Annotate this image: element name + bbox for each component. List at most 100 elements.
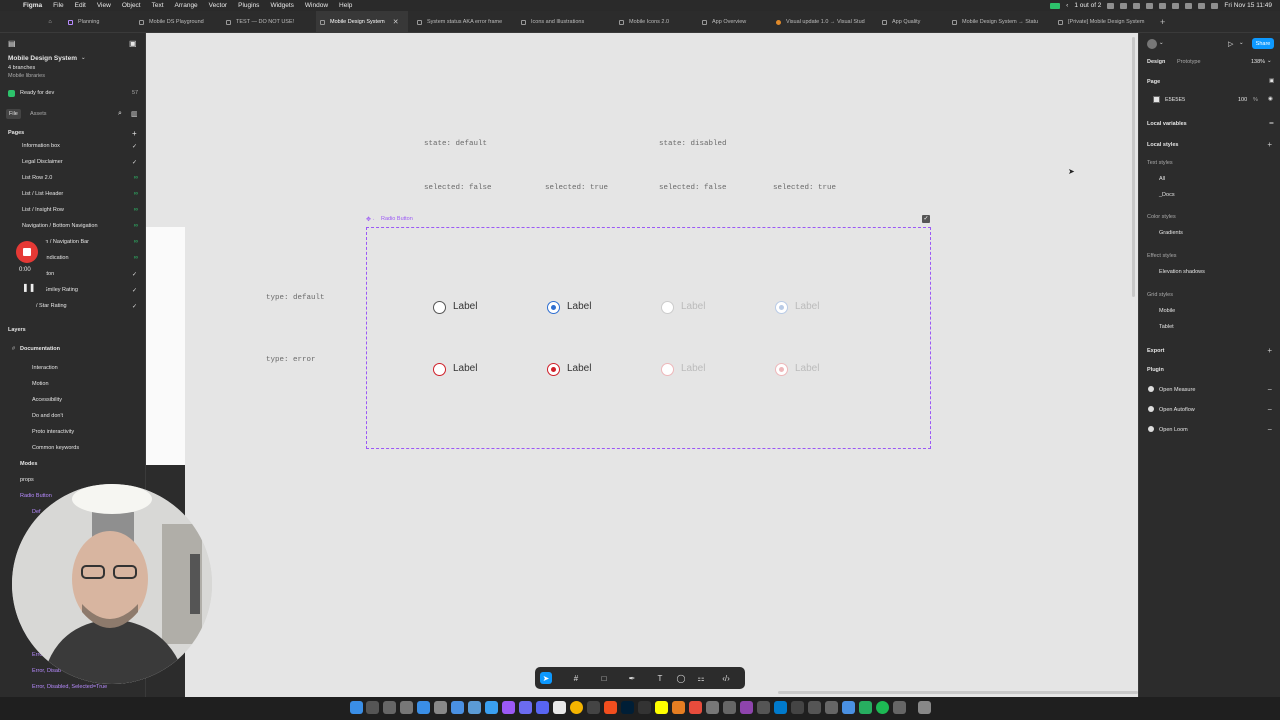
layer-item[interactable]: Do and don't	[32, 413, 63, 419]
color-swatch[interactable]	[1153, 96, 1160, 103]
dock-app-icon[interactable]	[706, 701, 719, 714]
zoom-level[interactable]: 138%	[1251, 59, 1265, 65]
dock-app-icon[interactable]	[502, 701, 515, 714]
local-variables[interactable]: Local variables	[1147, 121, 1187, 127]
dock-app-icon[interactable]	[383, 701, 396, 714]
dock-app-icon[interactable]	[553, 701, 566, 714]
plugin-open-measure[interactable]: Open Measure	[1159, 387, 1195, 393]
add-export-icon[interactable]: +	[1267, 347, 1272, 355]
page-settings-icon[interactable]: ▣	[1269, 78, 1274, 84]
page-opacity-value[interactable]: 100	[1238, 97, 1247, 103]
chevron-down-icon[interactable]: ⌄	[1267, 58, 1272, 64]
dock-app-icon[interactable]	[434, 701, 447, 714]
home-icon[interactable]: ⌂	[44, 11, 56, 32]
style-folder[interactable]: Mobile	[1159, 308, 1175, 314]
present-play-icon[interactable]: ▷	[1228, 40, 1233, 48]
menu-file[interactable]: File	[53, 2, 63, 9]
tab-test[interactable]: TEST — DO NOT USE!	[222, 11, 314, 32]
page-item-selected[interactable]: tton	[45, 271, 54, 277]
main-menu-icon[interactable]: ▤	[8, 39, 16, 48]
menu-text[interactable]: Text	[152, 2, 164, 9]
tab-mobile-icons[interactable]: Mobile Icons 2.0	[615, 11, 695, 32]
tab-mds-status[interactable]: Mobile Design System → Statu	[948, 11, 1048, 32]
menu-arrange[interactable]: Arrange	[175, 2, 198, 9]
tab-icons-illustrations[interactable]: Icons and Illustrations	[517, 11, 613, 32]
page-color-value[interactable]: E5E5E5	[1165, 97, 1185, 103]
menu-widgets[interactable]: Widgets	[270, 2, 293, 9]
layer-radio-button[interactable]: Radio Button	[20, 493, 52, 499]
page-item[interactable]: ion / Navigation Bar	[41, 239, 89, 245]
pen-tool-icon[interactable]: ✒	[626, 672, 638, 684]
tab-app-overview[interactable]: App Overview	[698, 11, 770, 32]
battery-icon[interactable]	[1172, 2, 1180, 9]
eye-icon[interactable]: ◉	[1268, 96, 1273, 102]
dock-app-icon[interactable]	[893, 701, 906, 714]
layer-item[interactable]: Interaction	[32, 365, 58, 371]
shape-tool-icon[interactable]: □	[598, 672, 610, 684]
dock-app-icon[interactable]	[366, 701, 379, 714]
horizontal-scrollbar[interactable]	[778, 691, 1138, 694]
radio-error-unselected[interactable]	[433, 363, 446, 376]
wifi-icon[interactable]	[1185, 2, 1193, 9]
layer-modes[interactable]: Modes	[20, 461, 37, 467]
dev-mode-icon[interactable]: ‹/›	[720, 672, 732, 684]
search-icon[interactable]	[1198, 2, 1206, 9]
search-icon[interactable]: ⌕	[118, 110, 122, 118]
layer-item[interactable]: Common keywords	[32, 445, 79, 451]
spotify-icon[interactable]	[876, 701, 889, 714]
page-item[interactable]: List / Insight Row	[22, 207, 64, 213]
layer-item[interactable]: Motion	[32, 381, 49, 387]
dock-app-icon[interactable]	[485, 701, 498, 714]
actions-tool-icon[interactable]: ⚏	[695, 672, 707, 684]
tab-private-mds[interactable]: [Private] Mobile Design System	[1054, 11, 1154, 32]
radio-error-disabled-selected[interactable]	[775, 363, 788, 376]
plugin-open-autoflow[interactable]: Open Autoflow	[1159, 407, 1195, 413]
tab-file[interactable]: File	[6, 109, 21, 119]
menu-window[interactable]: Window	[305, 2, 328, 9]
dock-app-icon[interactable]	[774, 701, 787, 714]
status-icon[interactable]	[1133, 2, 1141, 9]
avatar[interactable]	[1147, 39, 1157, 49]
remove-plugin-icon[interactable]: −	[1267, 386, 1272, 394]
status-icon[interactable]	[1159, 2, 1167, 9]
style-folder[interactable]: All	[1159, 176, 1165, 182]
tab-visual-update[interactable]: Visual update 1.0 → Visual Stud	[772, 11, 870, 32]
chevron-down-icon[interactable]: ⌄	[1239, 40, 1244, 46]
toggle-ui-icon[interactable]: ▣	[129, 39, 137, 48]
layer-props[interactable]: props	[20, 477, 34, 483]
dock-app-icon[interactable]	[723, 701, 736, 714]
control-center-icon[interactable]	[1211, 2, 1219, 9]
close-icon[interactable]: ✕	[393, 18, 399, 26]
layer-variant[interactable]: Error, Disabled, Selected=True	[32, 684, 107, 690]
frame-tool-icon[interactable]: #	[570, 672, 582, 684]
menu-app-name[interactable]: Figma	[23, 2, 42, 9]
page-item[interactable]: Indication	[45, 255, 69, 261]
layer-item[interactable]: Proto interactivity	[32, 429, 74, 435]
dock-app-icon[interactable]	[808, 701, 821, 714]
library-icon[interactable]: ▥	[131, 110, 138, 118]
dock-app-icon[interactable]	[672, 701, 685, 714]
pause-icon[interactable]: ❚❚	[22, 283, 35, 292]
photoshop-icon[interactable]	[621, 701, 634, 714]
dock-app-icon[interactable]	[638, 701, 651, 714]
dock-app-icon[interactable]	[400, 701, 413, 714]
branches-label[interactable]: 4 branches	[8, 65, 35, 71]
status-icon[interactable]	[1146, 2, 1154, 9]
dock-app-icon[interactable]	[655, 701, 668, 714]
tab-planning[interactable]: Planning	[64, 11, 134, 32]
style-folder[interactable]: Tablet	[1159, 324, 1174, 330]
comment-tool-icon[interactable]: ◯	[675, 672, 687, 684]
tab-app-quality[interactable]: App Quality	[878, 11, 940, 32]
page-item[interactable]: / Star Rating	[36, 303, 67, 309]
status-icon[interactable]	[1120, 2, 1128, 9]
finder-icon[interactable]	[350, 701, 363, 714]
tab-mobile-ds-playground[interactable]: Mobile DS Playground	[134, 11, 218, 32]
dock-app-icon[interactable]	[519, 701, 532, 714]
dock-app-icon[interactable]	[791, 701, 804, 714]
new-tab-plus-icon[interactable]: +	[1160, 11, 1170, 32]
menu-help[interactable]: Help	[339, 2, 352, 9]
sliders-icon[interactable]: ⚌	[1269, 120, 1274, 126]
radio-error-disabled-unselected[interactable]	[661, 363, 674, 376]
layer-item[interactable]: Accessibility	[32, 397, 62, 403]
component-set-label[interactable]: Radio Button	[381, 216, 413, 222]
